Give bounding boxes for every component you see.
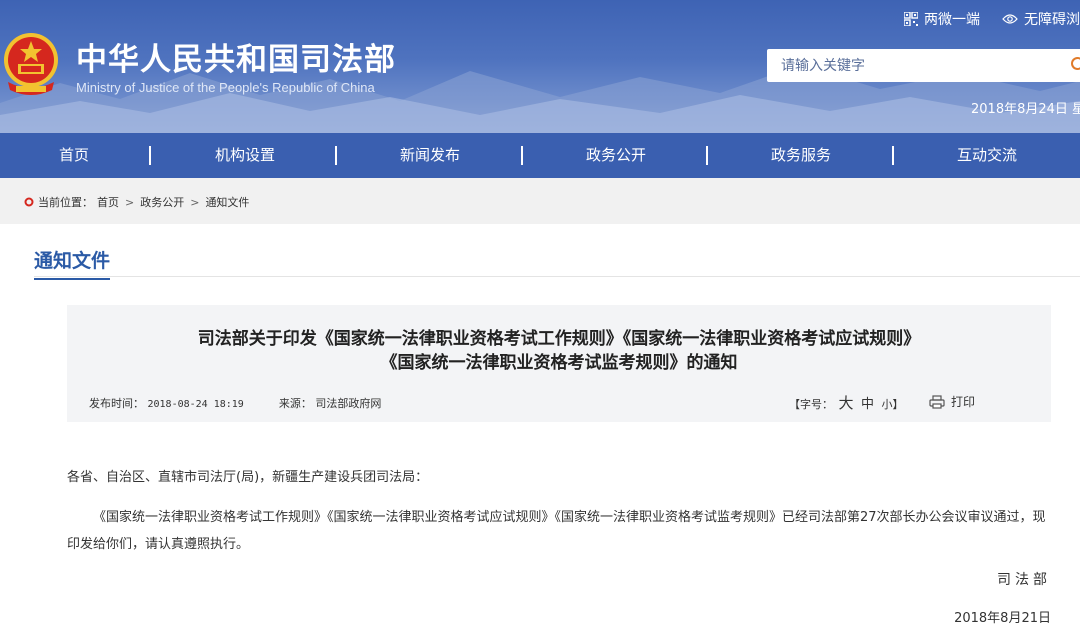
top-links: 两微一端 无障碍浏 xyxy=(904,9,1080,29)
accessibility-link[interactable]: 无障碍浏 xyxy=(1002,9,1080,29)
font-small-button[interactable]: 小】 xyxy=(882,398,904,411)
main-nav: 首页 机构设置 新闻发布 政务公开 政务服务 互动交流 xyxy=(0,133,1080,178)
location-dot-icon xyxy=(24,197,34,207)
section-title: 通知文件 xyxy=(34,246,111,280)
font-size-label: 【字号： xyxy=(789,398,833,411)
article-title: 司法部关于印发《国家统一法律职业资格考试工作规则》《国家统一法律职业资格考试应试… xyxy=(67,327,1051,375)
breadcrumb-prefix: 当前位置： xyxy=(38,196,93,209)
font-medium-button[interactable]: 中 xyxy=(861,397,874,412)
site-header: 中华人民共和国司法部 Ministry of Justice of the Pe… xyxy=(0,0,1080,133)
printer-icon xyxy=(929,394,945,409)
print-button[interactable]: 打印 xyxy=(929,393,975,410)
search-box xyxy=(767,49,1080,82)
breadcrumb-notices[interactable]: 通知文件 xyxy=(205,194,249,210)
national-emblem-logo[interactable] xyxy=(2,30,60,98)
body-paragraph: 《国家统一法律职业资格考试工作规则》《国家统一法律职业资格考试应试规则》《国家统… xyxy=(67,510,1046,552)
breadcrumb-bar: 当前位置： 首页 > 政务公开 > 通知文件 xyxy=(0,178,1080,224)
site-title[interactable]: 中华人民共和国司法部 xyxy=(76,34,396,79)
breadcrumb-government-affairs[interactable]: 政务公开 xyxy=(140,194,184,210)
article-header: 司法部关于印发《国家统一法律职业资格考试工作规则》《国家统一法律职业资格考试应试… xyxy=(67,305,1051,422)
nav-item-interaction[interactable]: 互动交流 xyxy=(894,133,1080,178)
breadcrumb-home[interactable]: 首页 xyxy=(97,194,119,210)
source-value: 司法部政府网 xyxy=(315,397,382,410)
publish-time: 2018-08-24 18:19 xyxy=(147,399,244,410)
source-label: 来源： xyxy=(278,397,312,410)
nav-item-home[interactable]: 首页 xyxy=(0,133,167,178)
accessibility-label: 无障碍浏 xyxy=(1024,12,1080,28)
breadcrumb: 当前位置： 首页 > 政务公开 > 通知文件 xyxy=(24,194,249,210)
nav-item-services[interactable]: 政务服务 xyxy=(708,133,894,178)
site-subtitle: Ministry of Justice of the People's Repu… xyxy=(76,80,375,95)
signature: 司法部 xyxy=(997,572,1051,588)
article-title-line1: 司法部关于印发《国家统一法律职业资格考试工作规则》《国家统一法律职业资格考试应试… xyxy=(197,329,921,349)
section-divider xyxy=(34,276,1080,277)
nav-item-government-affairs[interactable]: 政务公开 xyxy=(523,133,709,178)
nav-item-news[interactable]: 新闻发布 xyxy=(337,133,523,178)
publish-label: 发布时间： xyxy=(89,397,144,410)
sign-date: 2018年8月21日 xyxy=(954,611,1051,626)
nav-divider xyxy=(149,146,151,165)
salutation: 各省、自治区、直辖市司法厅(局)，新疆生产建设兵团司法局： xyxy=(67,470,429,485)
breadcrumb-separator: > xyxy=(190,195,200,209)
search-input[interactable] xyxy=(767,49,1057,82)
print-label: 打印 xyxy=(951,395,976,409)
nav-item-organization[interactable]: 机构设置 xyxy=(152,133,338,178)
article-title-line2: 《国家统一法律职业资格考试监考规则》的通知 xyxy=(380,353,738,373)
current-date: 2018年8月24日 星期五 xyxy=(971,102,1080,117)
search-icon[interactable] xyxy=(1070,56,1080,74)
font-large-button[interactable]: 大 xyxy=(839,394,854,412)
qr-code-icon xyxy=(904,12,918,26)
wechat-weibo-link[interactable]: 两微一端 xyxy=(904,9,980,29)
article-meta: 发布时间： 2018-08-24 18:19 来源： 司法部政府网 xyxy=(89,395,381,411)
font-size-controls: 【字号： 大 中 小】 xyxy=(789,392,906,413)
wechat-weibo-label: 两微一端 xyxy=(924,12,980,28)
breadcrumb-separator: > xyxy=(125,195,135,209)
eye-icon xyxy=(1002,14,1018,24)
